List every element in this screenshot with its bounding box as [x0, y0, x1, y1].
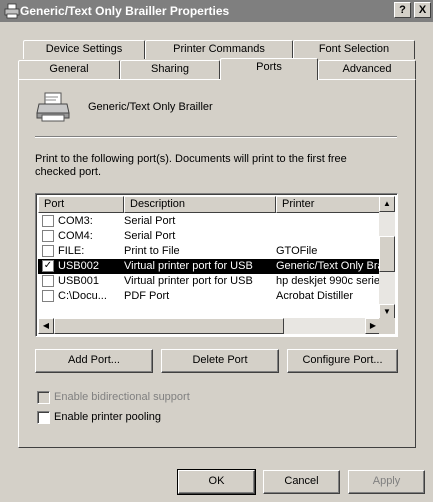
port-checkbox[interactable] — [42, 215, 54, 227]
column-header-description[interactable]: Description — [124, 196, 276, 213]
printer-cell: Acrobat Distiller — [276, 290, 354, 302]
port-checkbox[interactable] — [42, 230, 54, 242]
configure-port-button[interactable]: Configure Port... — [287, 349, 398, 373]
tab-device-settings[interactable]: Device Settings — [23, 40, 145, 59]
window-title: Generic/Text Only Brailler Properties — [20, 4, 230, 18]
description-cell: Virtual printer port for USB — [124, 275, 253, 287]
tab-ports[interactable]: Ports — [220, 58, 318, 80]
port-cell: COM4: — [58, 230, 93, 242]
port-cell: USB002 — [58, 260, 99, 272]
printer-icon — [36, 91, 70, 123]
port-cell: COM3: — [58, 215, 93, 227]
port-cell: C:\Docu... — [58, 290, 107, 302]
vertical-scrollbar[interactable]: ▲ ▼ — [379, 196, 395, 320]
horizontal-scroll-thumb[interactable] — [54, 318, 284, 334]
column-header-printer[interactable]: Printer — [276, 196, 380, 213]
vertical-scroll-thumb[interactable] — [379, 236, 395, 272]
tab-printer-commands[interactable]: Printer Commands — [145, 40, 293, 59]
printer-cell: GTOFile — [276, 245, 318, 257]
port-row[interactable]: ✓ USB002 Virtual printer port for USB Gener… — [38, 259, 380, 274]
printer-icon — [4, 3, 20, 19]
apply-button[interactable]: Apply — [348, 470, 425, 494]
separator — [35, 136, 397, 138]
title-bar[interactable]: Generic/Text Only Brailler Properties ? … — [0, 0, 433, 22]
port-cell: FILE: — [58, 245, 85, 257]
delete-port-button[interactable]: Delete Port — [161, 349, 279, 373]
add-port-button[interactable]: Add Port... — [35, 349, 153, 373]
tab-font-selection[interactable]: Font Selection — [293, 40, 415, 59]
bidirectional-label: Enable bidirectional support — [54, 391, 190, 403]
port-row[interactable]: C:\Docu... PDF Port Acrobat Distiller — [38, 289, 380, 304]
printer-cell: hp deskjet 990c series — [276, 275, 380, 287]
port-row[interactable]: USB001 Virtual printer port for USB hp des… — [38, 274, 380, 289]
horizontal-scrollbar[interactable]: ◀ ▶ — [38, 318, 381, 334]
port-row[interactable]: COM3: Serial Port — [38, 214, 380, 229]
printer-cell: Generic/Text Only Brai — [276, 260, 380, 272]
port-checkbox[interactable] — [42, 275, 54, 287]
port-row[interactable]: FILE: Print to File GTOFile — [38, 244, 380, 259]
bidirectional-checkbox[interactable] — [37, 391, 50, 404]
port-checkbox[interactable] — [42, 290, 54, 302]
scroll-up-button[interactable]: ▲ — [379, 196, 395, 212]
tab-general[interactable]: General — [18, 60, 120, 79]
port-row[interactable]: COM4: Serial Port — [38, 229, 380, 244]
instruction-text: Print to the following port(s). Document… — [35, 153, 347, 178]
description-cell: Serial Port — [124, 230, 176, 242]
description-cell: Serial Port — [124, 215, 176, 227]
close-button[interactable]: X — [414, 2, 431, 18]
port-cell: USB001 — [58, 275, 99, 287]
scrollbar-corner — [379, 318, 395, 334]
scroll-left-button[interactable]: ◀ — [38, 318, 54, 334]
properties-dialog: Generic/Text Only Brailler Properties ? … — [0, 0, 433, 502]
description-cell: Print to File — [124, 245, 180, 257]
help-button[interactable]: ? — [394, 2, 411, 18]
description-cell: Virtual printer port for USB — [124, 260, 253, 272]
cancel-button[interactable]: Cancel — [263, 470, 340, 494]
tab-sharing[interactable]: Sharing — [120, 60, 220, 79]
port-checkbox[interactable]: ✓ — [42, 260, 54, 272]
printer-pooling-label: Enable printer pooling — [54, 411, 162, 423]
ok-button[interactable]: OK — [177, 469, 256, 495]
printer-name: Generic/Text Only Brailler — [88, 101, 213, 113]
port-checkbox[interactable] — [42, 245, 54, 257]
printer-pooling-checkbox[interactable] — [37, 411, 50, 424]
tab-advanced[interactable]: Advanced — [318, 60, 416, 79]
description-cell: PDF Port — [124, 290, 170, 302]
column-header-port[interactable]: Port — [38, 196, 124, 213]
port-list[interactable]: Port Description Printer COM3: Serial Por… — [35, 193, 398, 337]
